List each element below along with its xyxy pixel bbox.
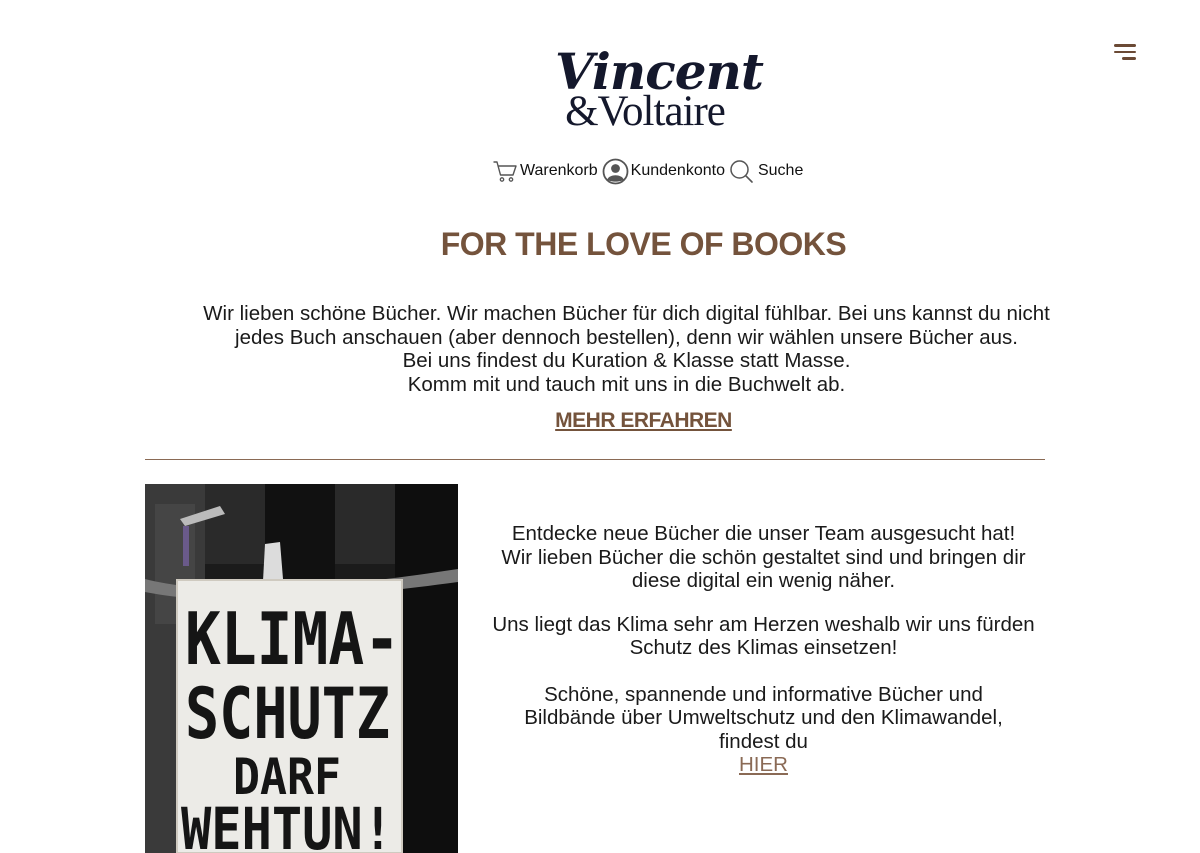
more-info-link[interactable]: MEHR ERFAHREN — [0, 409, 1200, 433]
section-divider — [145, 459, 1045, 460]
search-label: Suche — [757, 162, 804, 179]
feature-line: Schutz des Klimas einsetzen! — [629, 636, 898, 659]
menu-icon[interactable] — [1112, 42, 1138, 62]
logo-line-2: &Voltaire — [565, 88, 726, 135]
account-label: Kundenkonto — [630, 162, 725, 179]
intro-line: Bei uns findest du Kuration & Klasse sta… — [402, 349, 851, 372]
feature-paragraph: Schöne, spannende und informative Bücher… — [482, 683, 1045, 777]
cart-label: Warenkorb — [520, 162, 598, 179]
feature-line: findest du — [719, 729, 808, 753]
feature-paragraph: Uns liegt das Klima sehr am Herzen wesha… — [482, 613, 1045, 660]
sign-line: KLIMA- — [185, 597, 400, 681]
cart-link[interactable]: Warenkorb — [492, 158, 602, 184]
sign-line: WEHTUN! — [181, 795, 393, 853]
intro-line: Komm mit und tauch mit uns in die Buchwe… — [407, 372, 846, 396]
intro-text: Wir lieben schöne Bücher. Wir machen Büc… — [190, 302, 1063, 396]
climate-protest-photo: KLIMA- SCHUTZ DARF WEHTUN! — [145, 484, 458, 853]
intro-line: Wir lieben schöne Bücher. Wir machen Büc… — [203, 302, 1050, 325]
cart-icon — [493, 161, 517, 182]
climate-books-link[interactable]: HIER — [739, 753, 788, 776]
feature-line: diese digital ein wenig näher. — [631, 569, 896, 592]
protest-sign: KLIMA- SCHUTZ DARF WEHTUN! — [181, 597, 400, 853]
header-nav: Warenkorb Kundenkonto Suche — [492, 157, 807, 185]
feature-line: Bildbände über Umweltschutz und den Klim… — [524, 706, 1003, 729]
feature-line: Entdecke neue Bücher die unser Team ausg… — [511, 522, 1016, 545]
sign-line: SCHUTZ — [185, 673, 390, 755]
site-logo[interactable]: Vincent &Voltaire — [555, 47, 764, 140]
account-link[interactable]: Kundenkonto — [602, 158, 729, 185]
user-icon — [602, 158, 629, 184]
intro-line: jedes Buch anschauen (aber dennoch beste… — [235, 325, 1018, 349]
feature-line: Schöne, spannende und informative Bücher… — [544, 682, 983, 706]
search-icon — [730, 159, 753, 183]
feature-line: Uns liegt das Klima sehr am Herzen wesha… — [492, 612, 1035, 636]
page-headline: FOR THE LOVE OF BOOKS — [440, 226, 847, 262]
search-link[interactable]: Suche — [729, 159, 807, 184]
feature-line: Wir lieben Bücher die schön gestaltet si… — [501, 545, 1026, 569]
feature-text: Entdecke neue Bücher die unser Team ausg… — [482, 522, 1045, 777]
feature-paragraph: Entdecke neue Bücher die unser Team ausg… — [482, 522, 1045, 593]
